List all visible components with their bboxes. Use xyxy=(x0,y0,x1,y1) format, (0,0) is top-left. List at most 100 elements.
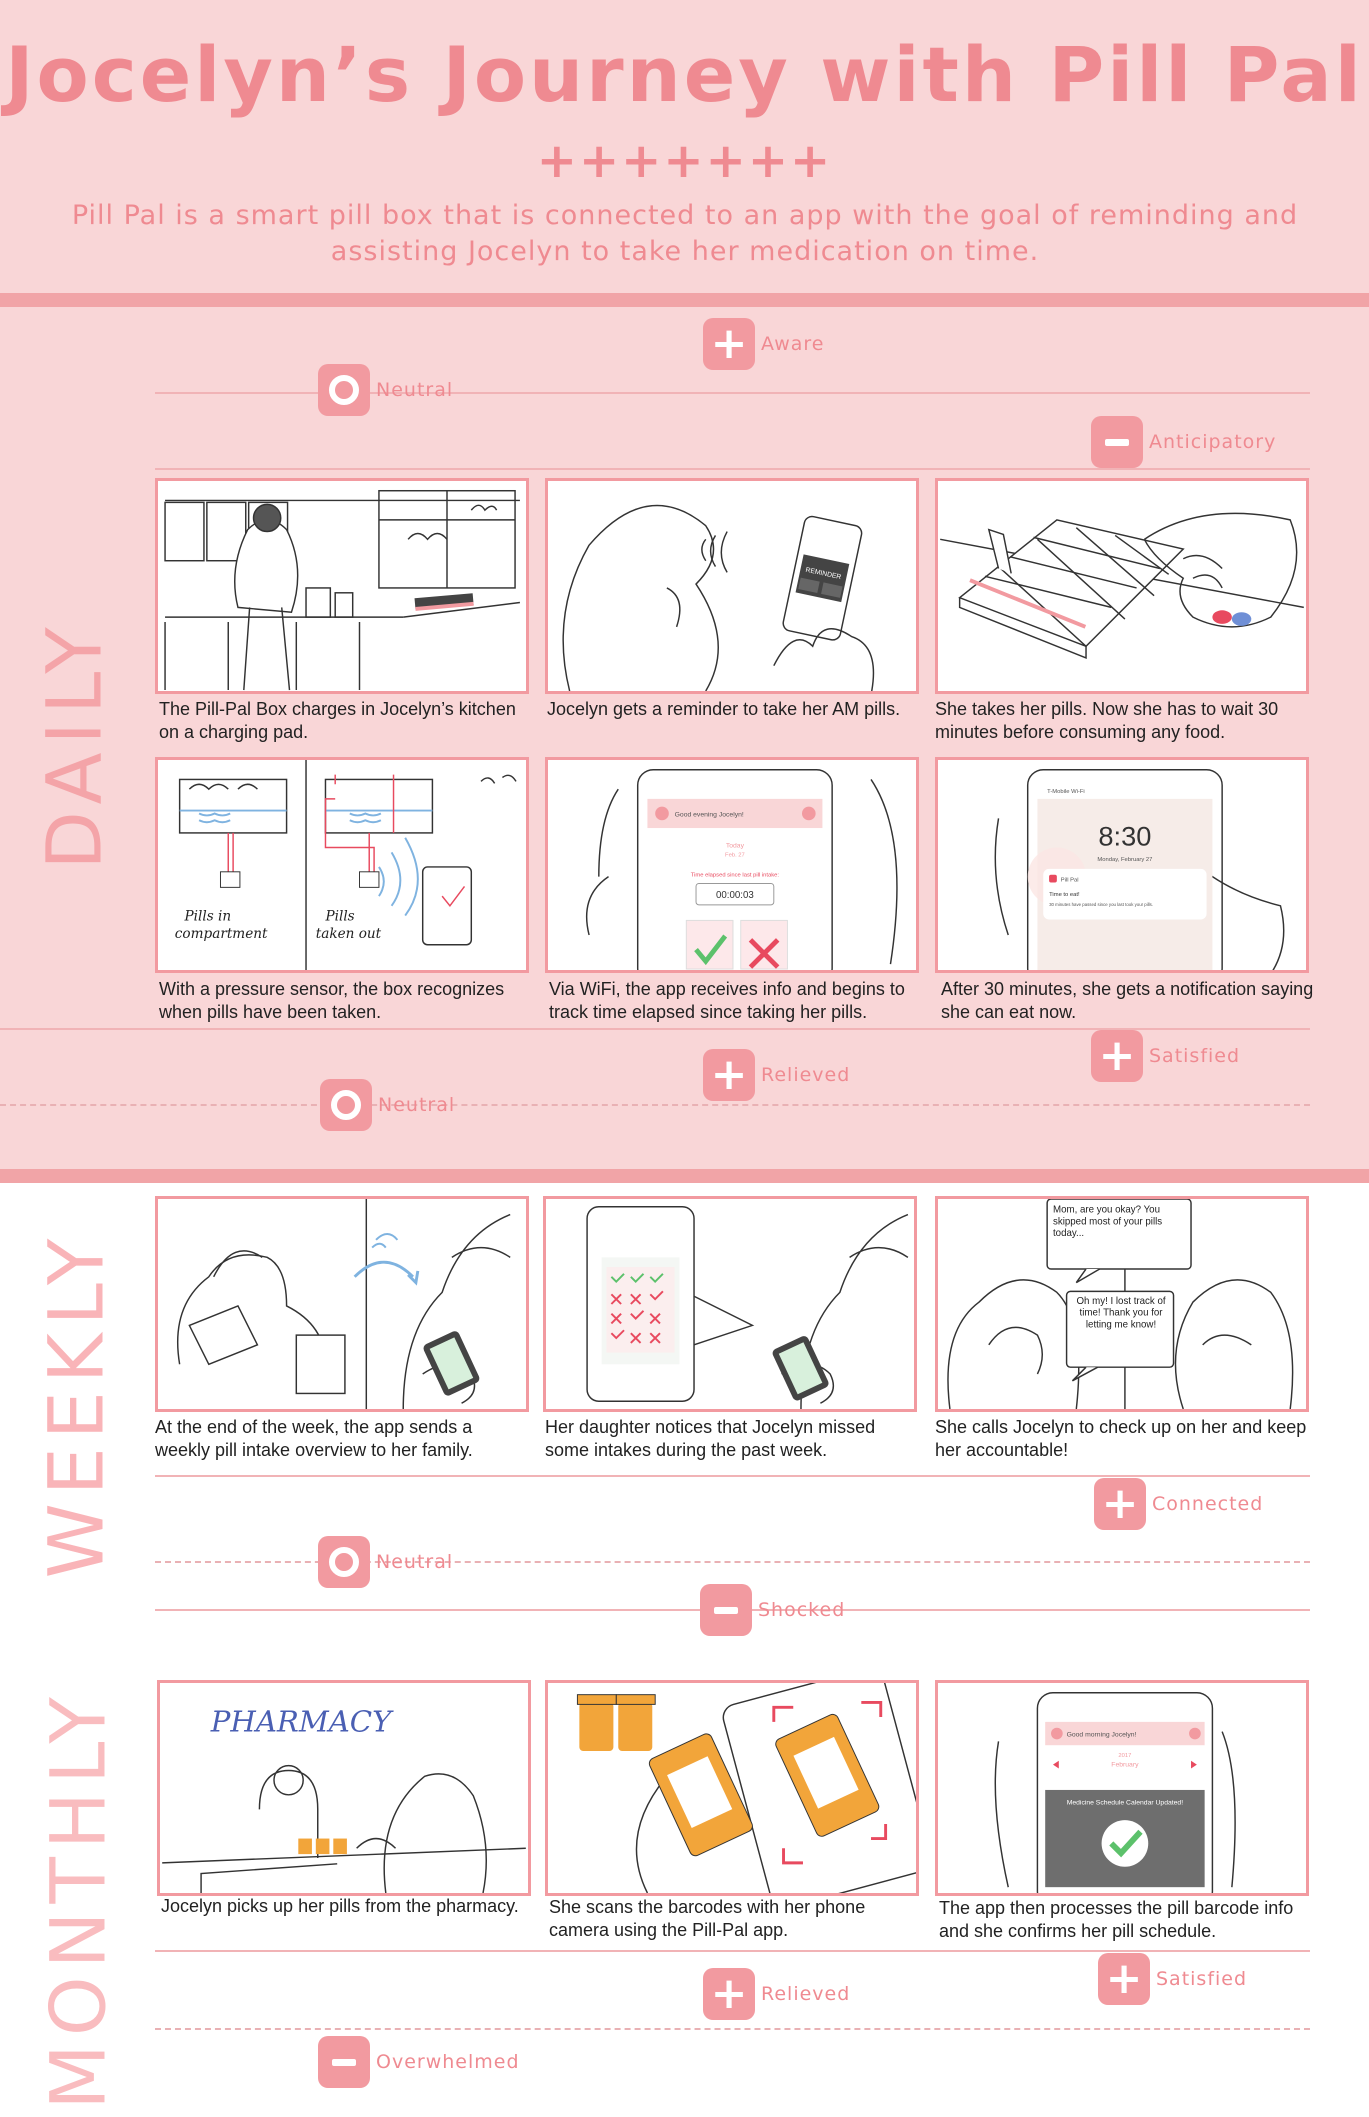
emotion-label: Relieved xyxy=(761,1983,851,2005)
emotion-shocked: Shocked xyxy=(700,1584,845,1636)
notif-app-name: Pill Pal xyxy=(1061,878,1079,884)
section-label-weekly: WEEKLY xyxy=(31,1230,121,1579)
calendar-year: 2017 xyxy=(1118,1753,1131,1759)
app-greeting-morning: Good morning Jocelyn! xyxy=(1067,1731,1137,1738)
emotion-anticipatory: Anticipatory xyxy=(1091,416,1276,468)
emotion-label: Satisfied xyxy=(1149,1045,1241,1067)
emotion-line-neutral xyxy=(155,2028,1310,2030)
neutral-icon xyxy=(318,1536,370,1588)
panel-phone-call: Mom, are you okay? You skipped most of y… xyxy=(935,1196,1309,1412)
minus-icon xyxy=(1091,416,1143,468)
app-timer-sketch: Good evening Jocelyn! Today Feb. 27 Time… xyxy=(585,768,898,970)
emotion-label: Connected xyxy=(1152,1493,1264,1515)
pills-in-label: Pills in xyxy=(184,908,232,924)
emotion-label: Shocked xyxy=(758,1599,846,1621)
lockscreen-sketch: T-Mobile Wi-Fi 8:30 Monday, February 27 … xyxy=(994,768,1285,970)
emotion-neutral: Neutral xyxy=(318,1536,453,1588)
caption-w3: She calls Jocelyn to check up on her and… xyxy=(935,1417,1307,1460)
caption-d5: Via WiFi, the app receives info and begi… xyxy=(549,979,905,1022)
emotion-line-neutral xyxy=(0,1104,1310,1106)
emotion-label: Relieved xyxy=(761,1064,851,1086)
emotion-label: Satisfied xyxy=(1156,1968,1248,1990)
emotion-label: Neutral xyxy=(376,1551,454,1573)
panel-daughter-notices xyxy=(543,1196,917,1412)
caption-m3: The app then processes the pill barcode … xyxy=(939,1898,1294,1941)
plus-icon: + xyxy=(703,318,755,370)
lock-clock: 8:30 xyxy=(1098,821,1151,852)
phone-call-sketch: Mom, are you okay? You skipped most of y… xyxy=(947,1199,1294,1409)
caption-m2: She scans the barcodes with her phone ca… xyxy=(549,1897,866,1940)
panel-notification: T-Mobile Wi-Fi 8:30 Monday, February 27 … xyxy=(935,757,1309,973)
app-greeting: Good evening Jocelyn! xyxy=(675,811,744,818)
app-timer: 00:00:03 xyxy=(716,890,754,901)
emotion-relieved: + Relieved xyxy=(703,1968,850,2020)
plus-icon: + xyxy=(1094,1478,1146,1530)
header-divider xyxy=(0,293,1369,307)
decorative-plus-row: +++++++ xyxy=(536,133,833,189)
emotion-label: Aware xyxy=(761,333,825,355)
taken-out-label: taken out xyxy=(316,926,382,942)
lock-date: Monday, February 27 xyxy=(1097,857,1152,863)
panel-weekly-overview xyxy=(155,1196,529,1412)
caption-d4: With a pressure sensor, the box recogniz… xyxy=(159,979,505,1022)
missed-intakes-sketch xyxy=(586,1206,909,1409)
emotion-aware: + Aware xyxy=(703,318,825,370)
notif-title: Time to eat! xyxy=(1049,892,1080,898)
emotion-line-positive xyxy=(155,1950,1310,1952)
caption-d2: Jocelyn gets a reminder to take her AM p… xyxy=(547,699,901,719)
daily-section-divider xyxy=(0,1169,1369,1183)
plus-icon: + xyxy=(1091,1030,1143,1082)
panel-pharmacy: PHARMACY xyxy=(157,1680,531,1896)
weekly-send-sketch xyxy=(176,1199,511,1409)
plus-icon: + xyxy=(1098,1953,1150,2005)
bubble-daughter: Mom, are you okay? You skipped most of y… xyxy=(1052,1204,1163,1239)
carrier-text: T-Mobile Wi-Fi xyxy=(1047,789,1085,795)
notif-body: 30 minutes have passed since you last to… xyxy=(1049,902,1153,907)
caption-w2: Her daughter notices that Jocelyn missed… xyxy=(545,1417,876,1460)
compartment-label: compartment xyxy=(175,926,268,942)
app-today: Today xyxy=(726,843,745,850)
caption-d1: The Pill-Pal Box charges in Jocelyn’s ki… xyxy=(159,699,516,742)
emotion-label: Anticipatory xyxy=(1149,431,1277,453)
calendar-month: February xyxy=(1111,1762,1139,1769)
emotion-connected: + Connected xyxy=(1094,1478,1263,1530)
neutral-icon xyxy=(320,1079,372,1131)
pharmacy-sketch: PHARMACY xyxy=(162,1705,526,1893)
neutral-icon xyxy=(318,364,370,416)
emotion-neutral: Neutral xyxy=(318,364,453,416)
emotion-satisfied: + Satisfied xyxy=(1098,1953,1247,2005)
emotion-neutral: Neutral xyxy=(320,1079,455,1131)
pharmacy-sign: PHARMACY xyxy=(210,1705,394,1739)
caption-m1: Jocelyn picks up her pills from the phar… xyxy=(161,1896,519,1916)
pills-label: Pills xyxy=(324,908,354,924)
app-date: Feb. 27 xyxy=(725,852,745,858)
panel-scan-barcode xyxy=(545,1680,919,1896)
caption-d3: She takes her pills. Now she has to wait… xyxy=(935,699,1279,742)
phone-reminder-sketch: REMINDER xyxy=(562,504,875,691)
emotion-label: Neutral xyxy=(376,379,454,401)
panel-schedule-confirm: Good morning Jocelyn! 2017 February Medi… xyxy=(935,1680,1309,1896)
app-elapsed-label: Time elapsed since last pill intake: xyxy=(691,873,780,879)
pillbox-hand-sketch xyxy=(940,512,1304,660)
panel-kitchen-charging xyxy=(155,478,529,694)
page-subtitle: Pill Pal is a smart pill box that is con… xyxy=(71,200,1299,267)
emotion-relieved: + Relieved xyxy=(703,1049,850,1101)
plus-icon: + xyxy=(703,1049,755,1101)
panel-pressure-sensor: Pills in compartment Pills taken out xyxy=(155,757,529,973)
plus-icon: + xyxy=(703,1968,755,2020)
emotion-overwhelmed: Overwhelmed xyxy=(318,2036,520,2088)
kitchen-sketch xyxy=(164,489,521,691)
caption-d6: After 30 minutes, she gets a notificatio… xyxy=(941,979,1314,1022)
calendar-sketch: Good morning Jocelyn! 2017 February Medi… xyxy=(994,1691,1236,1893)
panel-take-pills xyxy=(935,478,1309,694)
section-label-daily: DAILY xyxy=(29,619,119,870)
emotion-line-positive xyxy=(155,1475,1310,1477)
minus-icon xyxy=(700,1584,752,1636)
emotion-label: Neutral xyxy=(378,1094,456,1116)
calendar-updated-msg: Medicine Schedule Calendar Updated! xyxy=(1067,1800,1183,1807)
emotion-label: Overwhelmed xyxy=(376,2051,520,2073)
page-title: Jocelyn’s Journey with Pill Pal xyxy=(5,30,1364,119)
scan-sketch xyxy=(576,1683,916,1893)
sensor-diagram: Pills in compartment Pills taken out xyxy=(175,760,517,970)
caption-w1: At the end of the week, the app sends a … xyxy=(155,1417,473,1460)
